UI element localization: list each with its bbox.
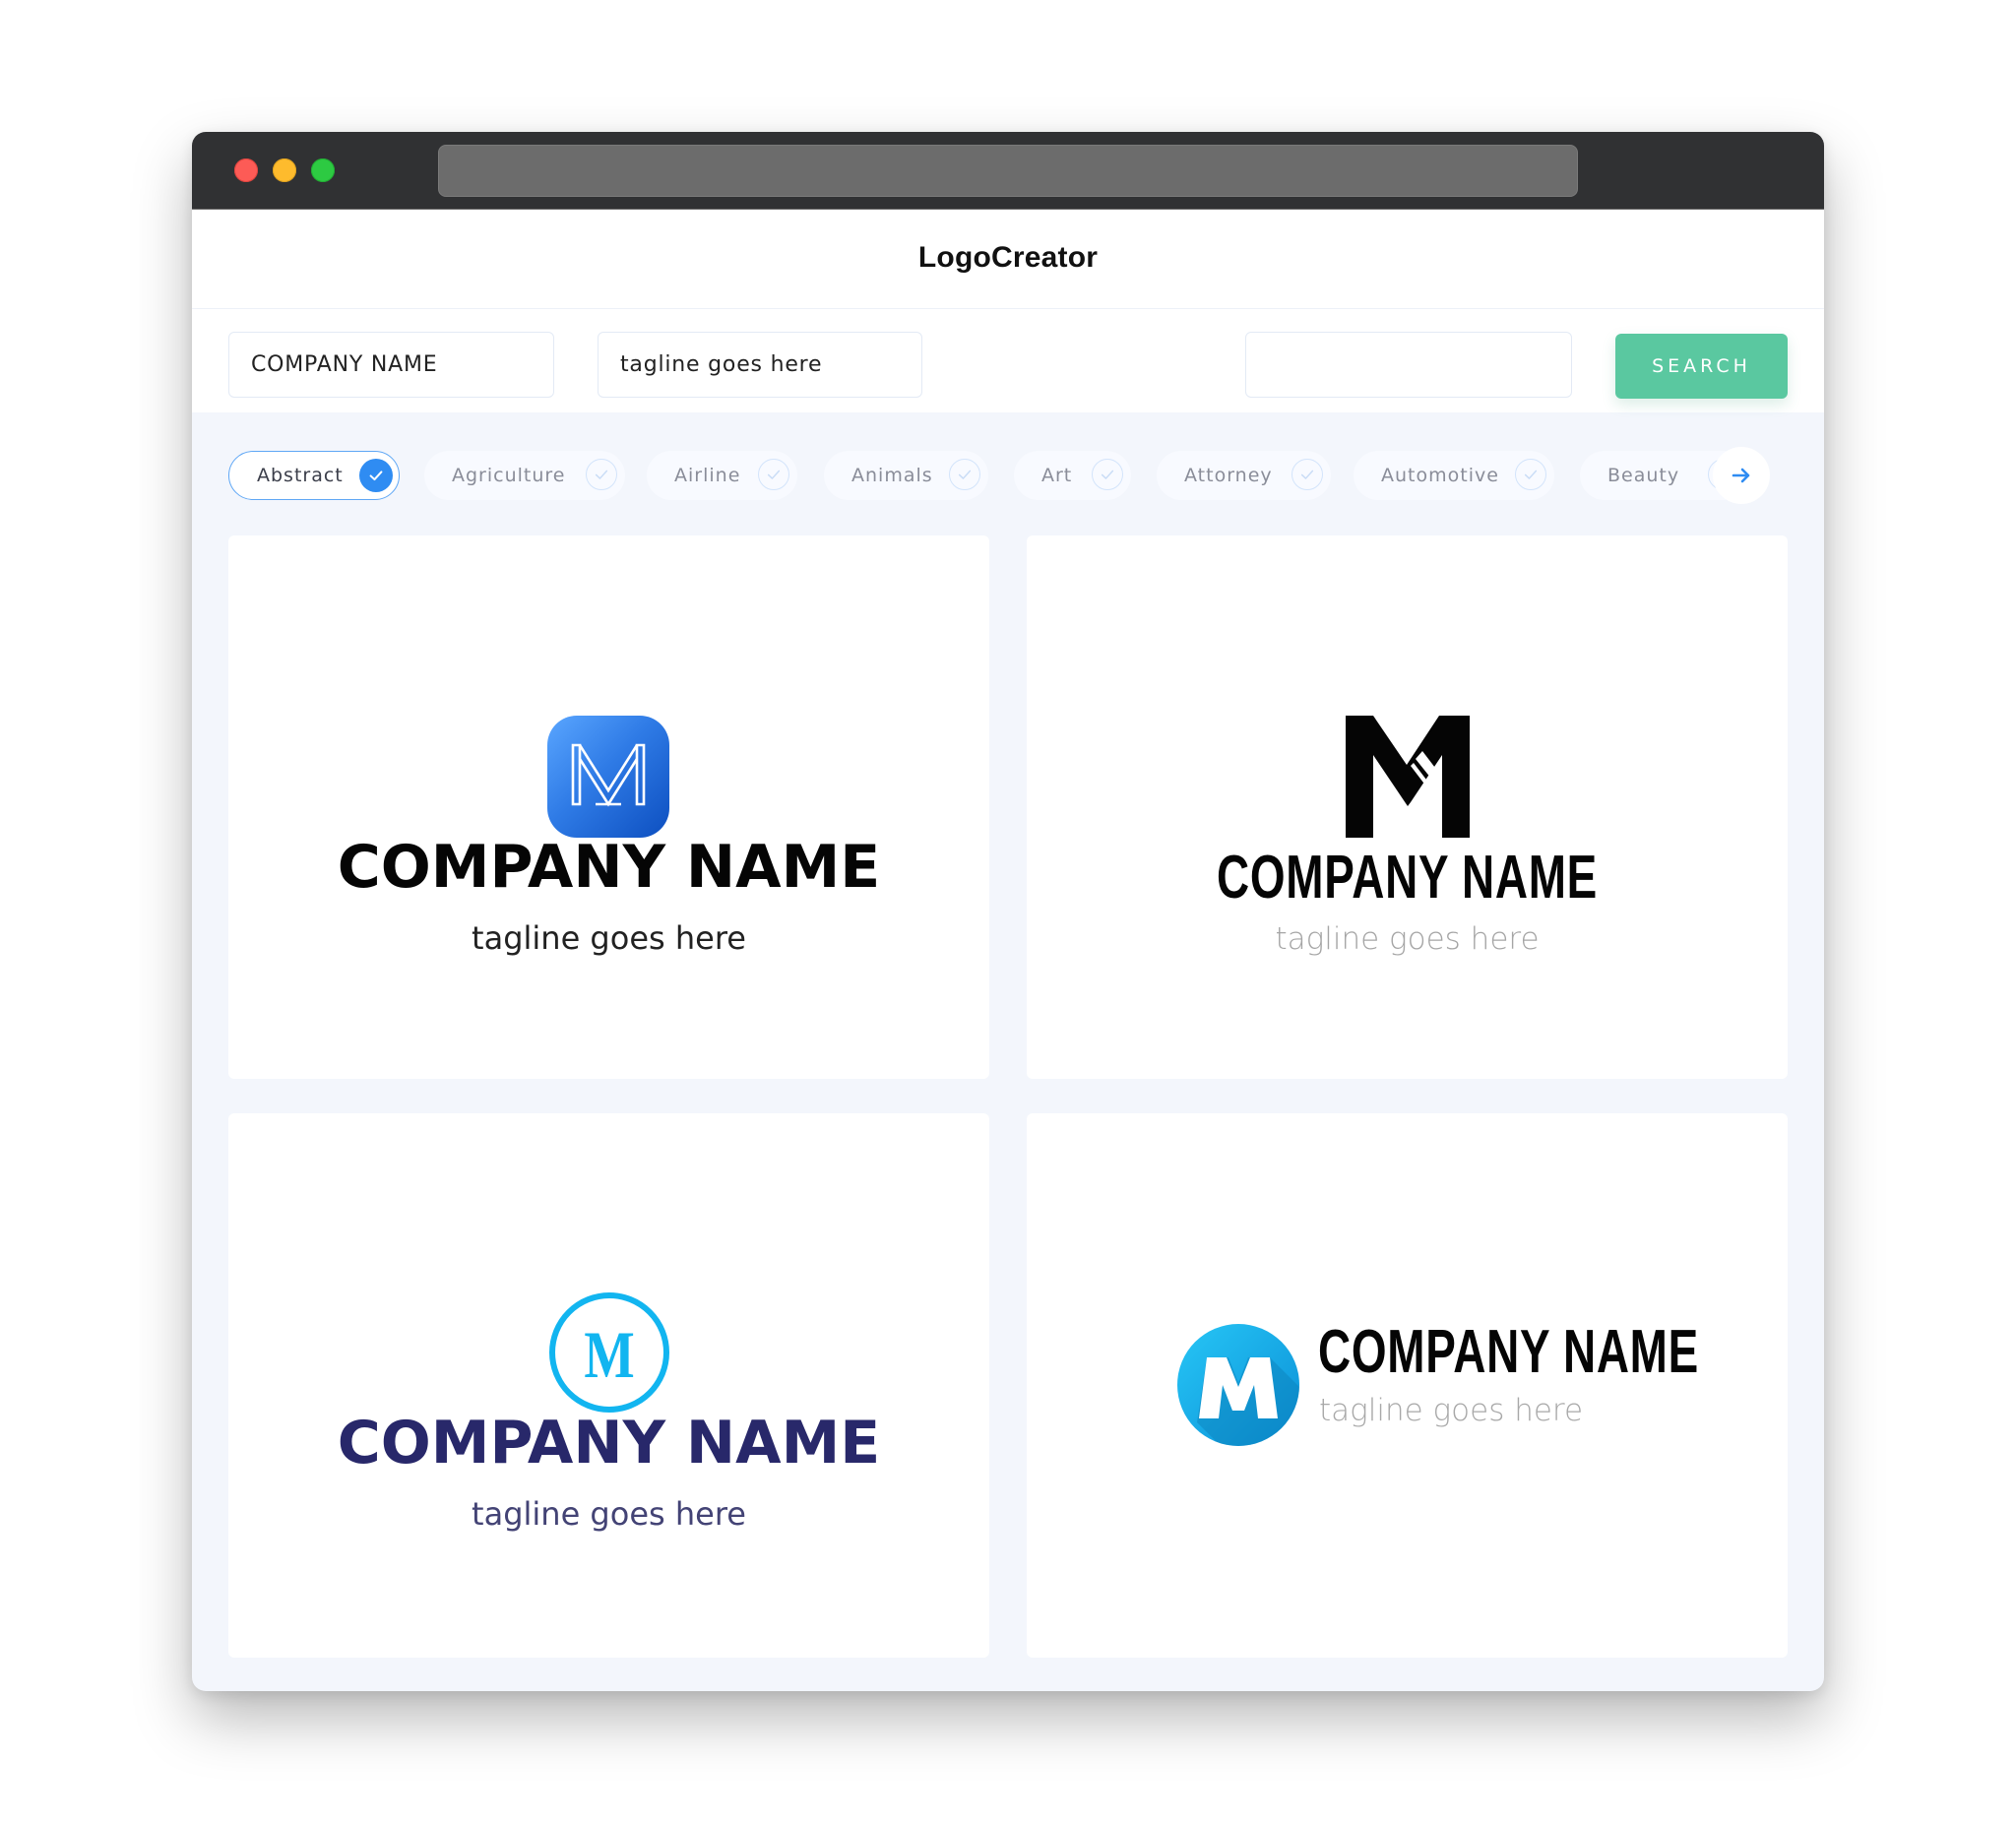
logo-card[interactable]: COMPANY NAME tagline goes here bbox=[1027, 1113, 1788, 1658]
checkmark-icon bbox=[949, 459, 980, 490]
company-name-text: COMPANY NAME bbox=[1318, 1318, 1699, 1386]
category-chip-label: Abstract bbox=[257, 465, 344, 486]
category-chip-label: Attorney bbox=[1184, 465, 1273, 486]
circle-m-icon: M bbox=[549, 1292, 669, 1413]
search-bar: SEARCH bbox=[192, 309, 1824, 412]
checkmark-icon bbox=[758, 459, 789, 490]
company-name-input[interactable] bbox=[228, 332, 554, 398]
close-window-button[interactable] bbox=[234, 158, 258, 182]
logo-card[interactable]: COMPANY NAME tagline goes here bbox=[228, 535, 989, 1079]
m-monogram-icon bbox=[547, 716, 669, 838]
category-chip-airline[interactable]: Airline bbox=[647, 451, 797, 500]
checkmark-icon bbox=[1515, 459, 1546, 490]
category-chip-label: Agriculture bbox=[452, 465, 566, 486]
category-chip-label: Animals bbox=[851, 465, 933, 486]
category-chip-animals[interactable]: Animals bbox=[824, 451, 988, 500]
m-monogram-icon bbox=[1346, 716, 1470, 838]
keyword-input[interactable] bbox=[1245, 332, 1572, 398]
logo-card[interactable]: COMPANY NAME tagline goes here bbox=[1027, 535, 1788, 1079]
arrow-right-icon bbox=[1732, 468, 1750, 483]
category-chip-label: Airline bbox=[674, 465, 741, 486]
svg-text:M: M bbox=[584, 1318, 634, 1392]
app-header: LogoCreator bbox=[192, 210, 1824, 308]
title-bar bbox=[192, 132, 1824, 210]
category-chip-agriculture[interactable]: Agriculture bbox=[424, 451, 625, 500]
checkmark-icon bbox=[586, 459, 617, 490]
address-bar[interactable] bbox=[438, 145, 1578, 197]
checkmark-icon bbox=[359, 459, 393, 492]
category-chip-automotive[interactable]: Automotive bbox=[1354, 451, 1554, 500]
maximize-window-button[interactable] bbox=[311, 158, 335, 182]
tagline-text: tagline goes here bbox=[1319, 1393, 1584, 1428]
checkmark-icon bbox=[1092, 459, 1123, 490]
category-chip-attorney[interactable]: Attorney bbox=[1157, 451, 1331, 500]
category-chip-label: Art bbox=[1041, 465, 1073, 486]
company-name-text: COMPANY NAME bbox=[337, 1409, 881, 1478]
category-chip-art[interactable]: Art bbox=[1014, 451, 1131, 500]
category-chip-label: Beauty bbox=[1607, 465, 1680, 486]
logo-card[interactable]: M COMPANY NAME tagline goes here bbox=[228, 1113, 989, 1658]
search-button[interactable]: SEARCH bbox=[1615, 334, 1788, 399]
circle-badge-m-icon bbox=[1177, 1324, 1299, 1446]
company-name-text: COMPANY NAME bbox=[337, 833, 881, 902]
app-title[interactable]: LogoCreator bbox=[192, 241, 1824, 275]
checkmark-icon bbox=[1292, 459, 1323, 490]
next-categories-button[interactable] bbox=[1713, 447, 1770, 504]
category-chip-label: Automotive bbox=[1381, 465, 1499, 486]
company-name-text: COMPANY NAME bbox=[1217, 844, 1598, 912]
tagline-input[interactable] bbox=[598, 332, 922, 398]
category-chip-abstract[interactable]: Abstract bbox=[228, 451, 400, 500]
browser-window: LogoCreator SEARCH Abstract Agriculture … bbox=[192, 132, 1824, 1691]
tagline-text: tagline goes here bbox=[1275, 921, 1540, 957]
tagline-text: tagline goes here bbox=[472, 1495, 746, 1533]
category-filter-bar: Abstract Agriculture Airline Animals Art bbox=[192, 451, 1824, 502]
tagline-text: tagline goes here bbox=[472, 919, 746, 957]
minimize-window-button[interactable] bbox=[273, 158, 296, 182]
